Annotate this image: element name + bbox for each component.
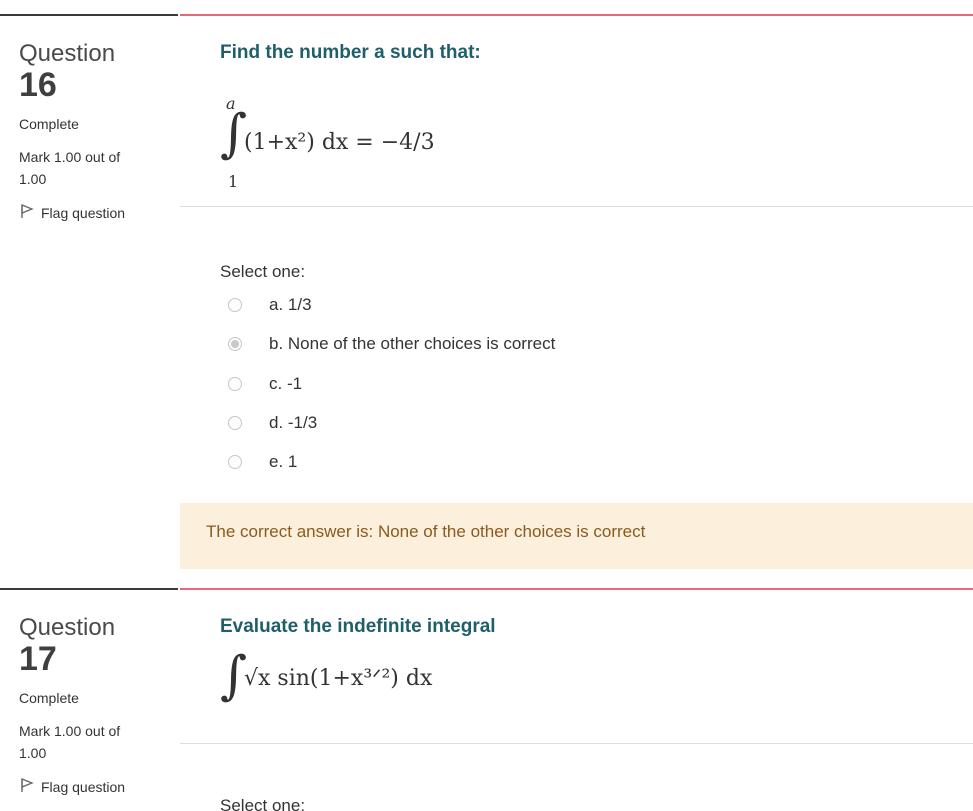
- answer-option-e[interactable]: e. 1: [220, 449, 720, 475]
- feedback-box: The correct answer is: None of the other…: [180, 503, 973, 569]
- question-number: 16: [19, 66, 57, 104]
- flag-question-link[interactable]: Flag question: [19, 777, 125, 796]
- answer-option-c[interactable]: c. -1: [220, 371, 720, 397]
- question-content: Find the number a such that: a ∫ 1 (1+x²…: [180, 14, 973, 574]
- question-text: Evaluate the indefinite integral: [220, 616, 496, 637]
- correct-answer-feedback: The correct answer is: None of the other…: [206, 522, 646, 541]
- flag-icon: [19, 777, 35, 796]
- answer-option-b[interactable]: b. None of the other choices is correct: [220, 331, 720, 357]
- question-state: Complete: [19, 116, 79, 132]
- question-16-block: Question 16 Complete Mark 1.00 out of 1.…: [0, 14, 973, 574]
- answer-option-a[interactable]: a. 1/3: [220, 292, 720, 318]
- answer-option-d[interactable]: d. -1/3: [220, 410, 720, 436]
- question-number: 17: [19, 640, 57, 678]
- question-content: Evaluate the indefinite integral ∫ √x si…: [180, 588, 973, 811]
- question-text: Find the number a such that:: [220, 42, 481, 63]
- answer-label: e. 1: [269, 452, 298, 471]
- answer-label: a. 1/3: [269, 295, 312, 314]
- integral-formula: ∫ √x sin(1+x³ᐟ²) dx: [220, 646, 620, 716]
- flag-question-label: Flag question: [41, 778, 126, 795]
- answer-label: b. None of the other choices is correct: [269, 334, 556, 353]
- flag-question-label: Flag question: [41, 204, 126, 221]
- integrand: (1+x²) dx = −4/3: [244, 130, 435, 155]
- radio-button[interactable]: [228, 298, 242, 312]
- integral-formula: a ∫ 1 (1+x²) dx = −4/3: [220, 90, 620, 200]
- integrand: √x sin(1+x³ᐟ²) dx: [244, 666, 433, 691]
- section-divider: [180, 743, 973, 744]
- section-divider: [180, 206, 973, 207]
- question-info-panel: Question 17 Complete Mark 1.00 out of 1.…: [0, 588, 178, 811]
- radio-button-selected[interactable]: [228, 337, 242, 351]
- question-17-block: Question 17 Complete Mark 1.00 out of 1.…: [0, 588, 973, 811]
- select-one-prompt: Select one:: [220, 262, 306, 281]
- select-one-prompt: Select one:: [220, 796, 306, 811]
- question-info-panel: Question 16 Complete Mark 1.00 out of 1.…: [0, 14, 178, 574]
- quiz-review-page: Question 16 Complete Mark 1.00 out of 1.…: [0, 0, 973, 811]
- lower-limit: 1: [228, 172, 239, 191]
- flag-question-link[interactable]: Flag question: [19, 203, 125, 222]
- question-grade: Mark 1.00 out of 1.00: [19, 149, 121, 187]
- radio-button[interactable]: [228, 416, 242, 430]
- question-label: Question: [19, 614, 116, 641]
- answer-label: d. -1/3: [269, 413, 318, 432]
- answer-label: c. -1: [269, 374, 303, 393]
- question-grade: Mark 1.00 out of 1.00: [19, 723, 121, 761]
- radio-button[interactable]: [228, 455, 242, 469]
- question-label: Question: [19, 40, 116, 67]
- radio-button[interactable]: [228, 377, 242, 391]
- flag-icon: [19, 203, 35, 222]
- question-state: Complete: [19, 690, 79, 706]
